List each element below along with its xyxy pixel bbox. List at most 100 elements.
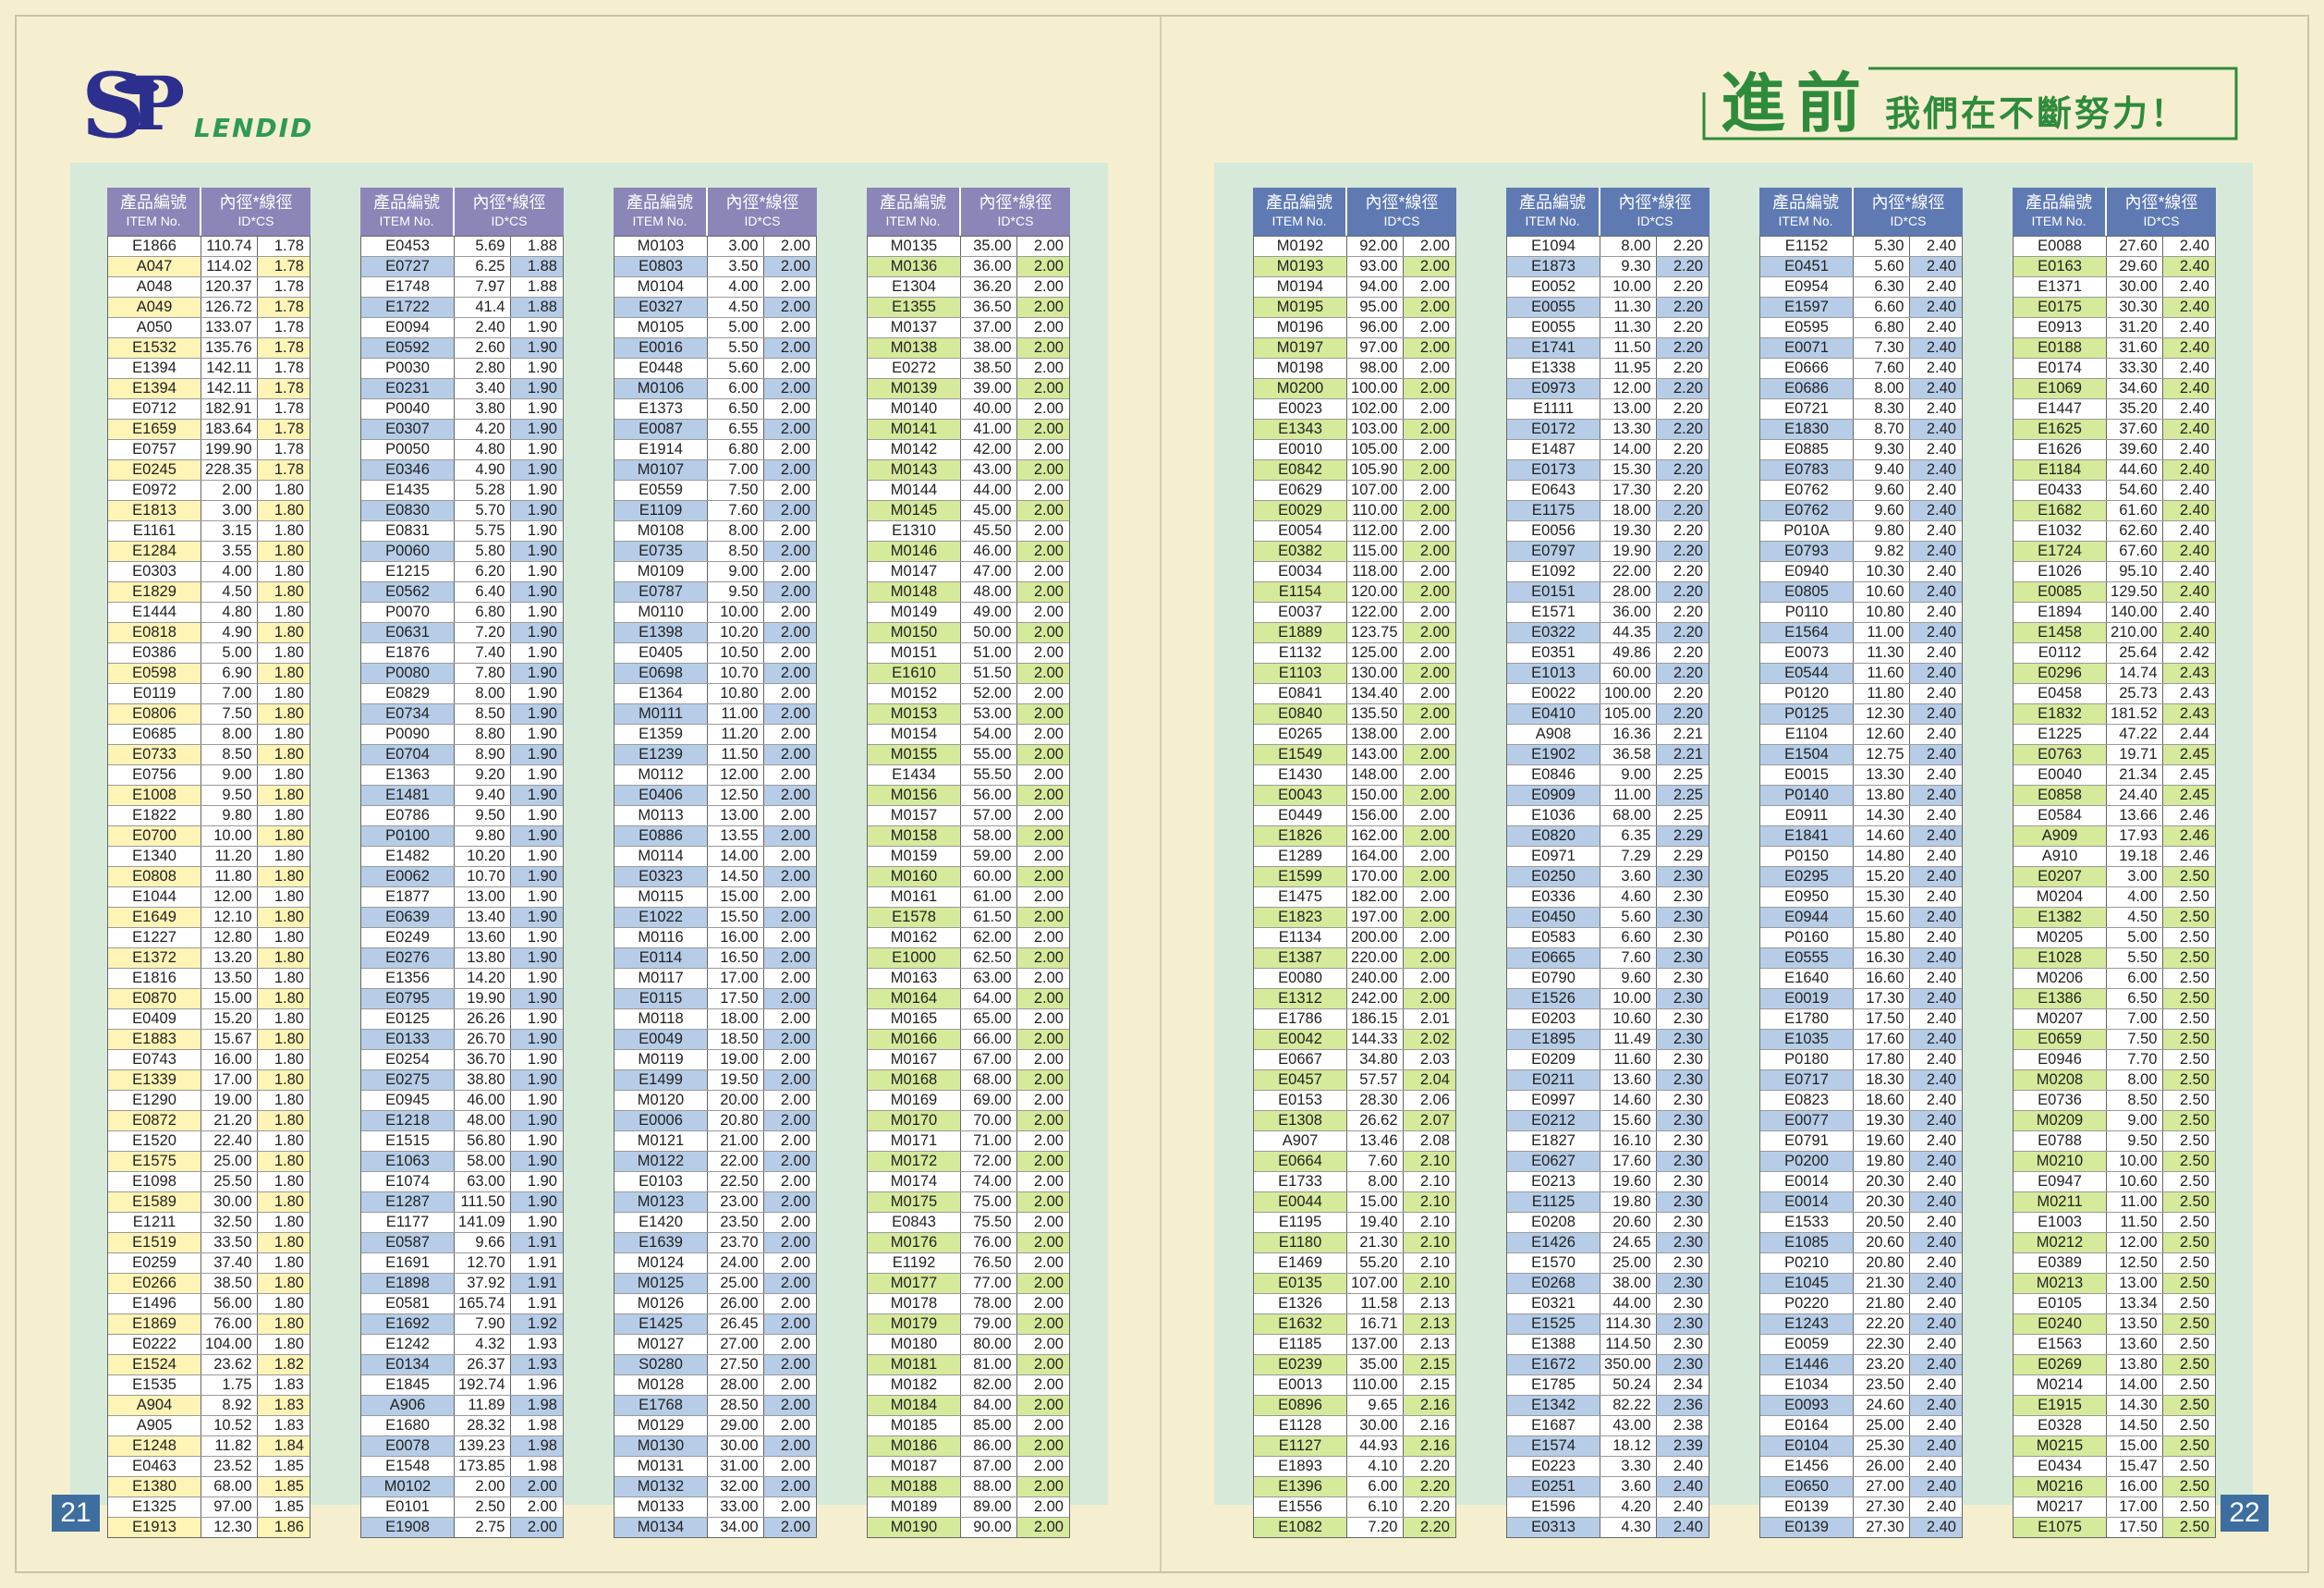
item-no-cell: E0806 xyxy=(108,704,202,724)
item-no-cell: M0114 xyxy=(614,847,709,866)
inner-diameter-cell: 9.60 xyxy=(1600,969,1657,988)
item-no-cell: E1032 xyxy=(2014,521,2108,541)
inner-diameter-cell: 46.00 xyxy=(455,1091,511,1110)
header-item-cell: 產品編號 ITEM No. xyxy=(2013,188,2107,236)
item-no-cell: E0023 xyxy=(1254,399,1348,419)
inner-diameter-cell: 4.00 xyxy=(201,562,258,581)
table-row: M0174 74.00 2.00 xyxy=(868,1171,1069,1191)
inner-diameter-cell: 31.60 xyxy=(2107,338,2163,358)
cross-section-cell: 1.80 xyxy=(257,542,310,561)
inner-diameter-cell: 25.00 xyxy=(201,1152,258,1171)
item-no-cell: M0178 xyxy=(868,1294,962,1313)
cross-section-cell: 2.00 xyxy=(1403,725,1455,744)
cross-section-cell: 2.25 xyxy=(1656,765,1709,785)
inner-diameter-cell: 6.35 xyxy=(1600,826,1657,846)
cross-section-cell: 2.40 xyxy=(2162,562,2215,581)
item-no-cell: E0259 xyxy=(108,1253,202,1273)
item-no-cell: E0788 xyxy=(2014,1131,2108,1151)
item-no-cell: E0727 xyxy=(361,257,456,276)
item-no-cell: E0409 xyxy=(108,1009,202,1029)
item-no-cell: M0213 xyxy=(2014,1274,2108,1293)
item-no-cell: E0631 xyxy=(361,623,456,642)
item-no-cell: E0945 xyxy=(361,1091,456,1110)
item-no-cell: E1785 xyxy=(1507,1375,1601,1395)
header-spec-en: ID*CS xyxy=(1637,214,1673,228)
table-row: E0134 26.37 1.93 xyxy=(361,1354,563,1374)
item-no-cell: E0581 xyxy=(361,1294,456,1313)
spec-table-5: 產品編號 ITEM No. 內徑*線徑 ID*CS M0192 92.00 2.00 M019… xyxy=(1253,188,1456,1538)
cross-section-cell: 2.00 xyxy=(763,1335,816,1354)
table-row: E0382 115.00 2.00 xyxy=(1254,541,1455,561)
inner-diameter-cell: 17.80 xyxy=(1854,1050,1910,1069)
cross-section-cell: 2.00 xyxy=(763,237,816,256)
cross-section-cell: 2.40 xyxy=(1909,1009,1962,1029)
item-no-cell: E0013 xyxy=(1254,1375,1348,1395)
table-row: E1094 8.00 2.20 xyxy=(1507,237,1709,256)
item-no-cell: E0795 xyxy=(361,989,456,1008)
cross-section-cell: 1.83 xyxy=(257,1375,310,1395)
inner-diameter-cell: 15.00 xyxy=(708,887,764,907)
item-no-cell: E1902 xyxy=(1507,745,1601,764)
item-no-cell: E1640 xyxy=(1760,969,1855,988)
item-no-cell: M0163 xyxy=(868,969,962,988)
cross-section-cell: 2.10 xyxy=(1403,1213,1455,1232)
table-row: E1722 41.4 1.88 xyxy=(361,297,563,317)
table-row: M0147 47.00 2.00 xyxy=(868,561,1069,581)
table-row: E0085 129.50 2.40 xyxy=(2014,581,2215,602)
table-row: E0276 13.80 1.90 xyxy=(361,947,563,968)
item-no-cell: E1632 xyxy=(1254,1314,1348,1334)
table-row: M0121 21.00 2.00 xyxy=(614,1130,816,1151)
cross-section-cell: 2.30 xyxy=(1656,1111,1709,1130)
table-row: E1364 10.80 2.00 xyxy=(614,683,816,703)
table-row: E0209 11.60 2.30 xyxy=(1507,1049,1709,1069)
cross-section-cell: 2.40 xyxy=(1909,338,1962,358)
cross-section-cell: 1.86 xyxy=(257,1518,310,1537)
header-spec-cell: 內徑*線徑 ID*CS xyxy=(201,188,310,236)
cross-section-cell: 2.40 xyxy=(1909,359,1962,378)
cross-section-cell: 2.43 xyxy=(2162,684,2215,703)
inner-diameter-cell: 12.80 xyxy=(201,928,258,947)
item-no-cell: M0119 xyxy=(614,1050,709,1069)
table-row: M0158 58.00 2.00 xyxy=(868,825,1069,846)
inner-diameter-cell: 11.95 xyxy=(1600,359,1657,378)
inner-diameter-cell: 7.20 xyxy=(1347,1518,1404,1537)
cross-section-cell: 2.10 xyxy=(1403,1253,1455,1273)
item-no-cell: E0151 xyxy=(1507,582,1601,602)
item-no-cell: M0109 xyxy=(614,562,709,581)
item-no-cell: E1044 xyxy=(108,887,202,907)
inner-diameter-cell: 11.50 xyxy=(2107,1213,2163,1232)
cross-section-cell: 2.00 xyxy=(763,562,816,581)
cross-section-cell: 1.91 xyxy=(510,1253,563,1273)
inner-diameter-cell: 44.00 xyxy=(1600,1294,1657,1313)
inner-diameter-cell: 79.00 xyxy=(961,1314,1017,1334)
item-no-cell: E0093 xyxy=(1760,1396,1855,1415)
inner-diameter-cell: 30.00 xyxy=(708,1436,764,1456)
table-row: E1339 17.00 1.80 xyxy=(108,1069,310,1090)
table-row: E1304 36.20 2.00 xyxy=(868,276,1069,297)
inner-diameter-cell: 23.50 xyxy=(708,1213,764,1232)
cross-section-cell: 2.40 xyxy=(1909,948,1962,968)
header-spec-en: ID*CS xyxy=(237,214,274,228)
cross-section-cell: 2.25 xyxy=(1656,786,1709,805)
item-no-cell: M0153 xyxy=(868,704,962,724)
cross-section-cell: 2.00 xyxy=(763,887,816,907)
cross-section-cell: 2.30 xyxy=(1656,908,1709,927)
inner-diameter-cell: 27.50 xyxy=(708,1355,764,1374)
table-row: E0954 6.30 2.40 xyxy=(1760,276,1962,297)
item-no-cell: E0203 xyxy=(1507,1009,1601,1029)
item-no-cell: E1482 xyxy=(361,847,456,866)
item-no-cell: E0034 xyxy=(1254,562,1348,581)
table-row: A048 120.37 1.78 xyxy=(108,276,310,297)
item-no-cell: E0448 xyxy=(614,359,709,378)
table-row: M0156 56.00 2.00 xyxy=(868,785,1069,805)
table-row: M0148 48.00 2.00 xyxy=(868,581,1069,602)
cross-section-cell: 2.00 xyxy=(763,338,816,358)
table-row: E0666 7.60 2.40 xyxy=(1760,358,1962,378)
table-row: E0650 27.00 2.40 xyxy=(1760,1476,1962,1496)
cross-section-cell: 2.40 xyxy=(1909,1030,1962,1049)
inner-diameter-cell: 15.20 xyxy=(1854,867,1910,886)
inner-diameter-cell: 3.60 xyxy=(1600,1477,1657,1496)
cross-section-cell: 2.00 xyxy=(1016,338,1069,358)
cross-section-cell: 2.00 xyxy=(1016,562,1069,581)
inner-diameter-cell: 192.74 xyxy=(455,1375,511,1395)
